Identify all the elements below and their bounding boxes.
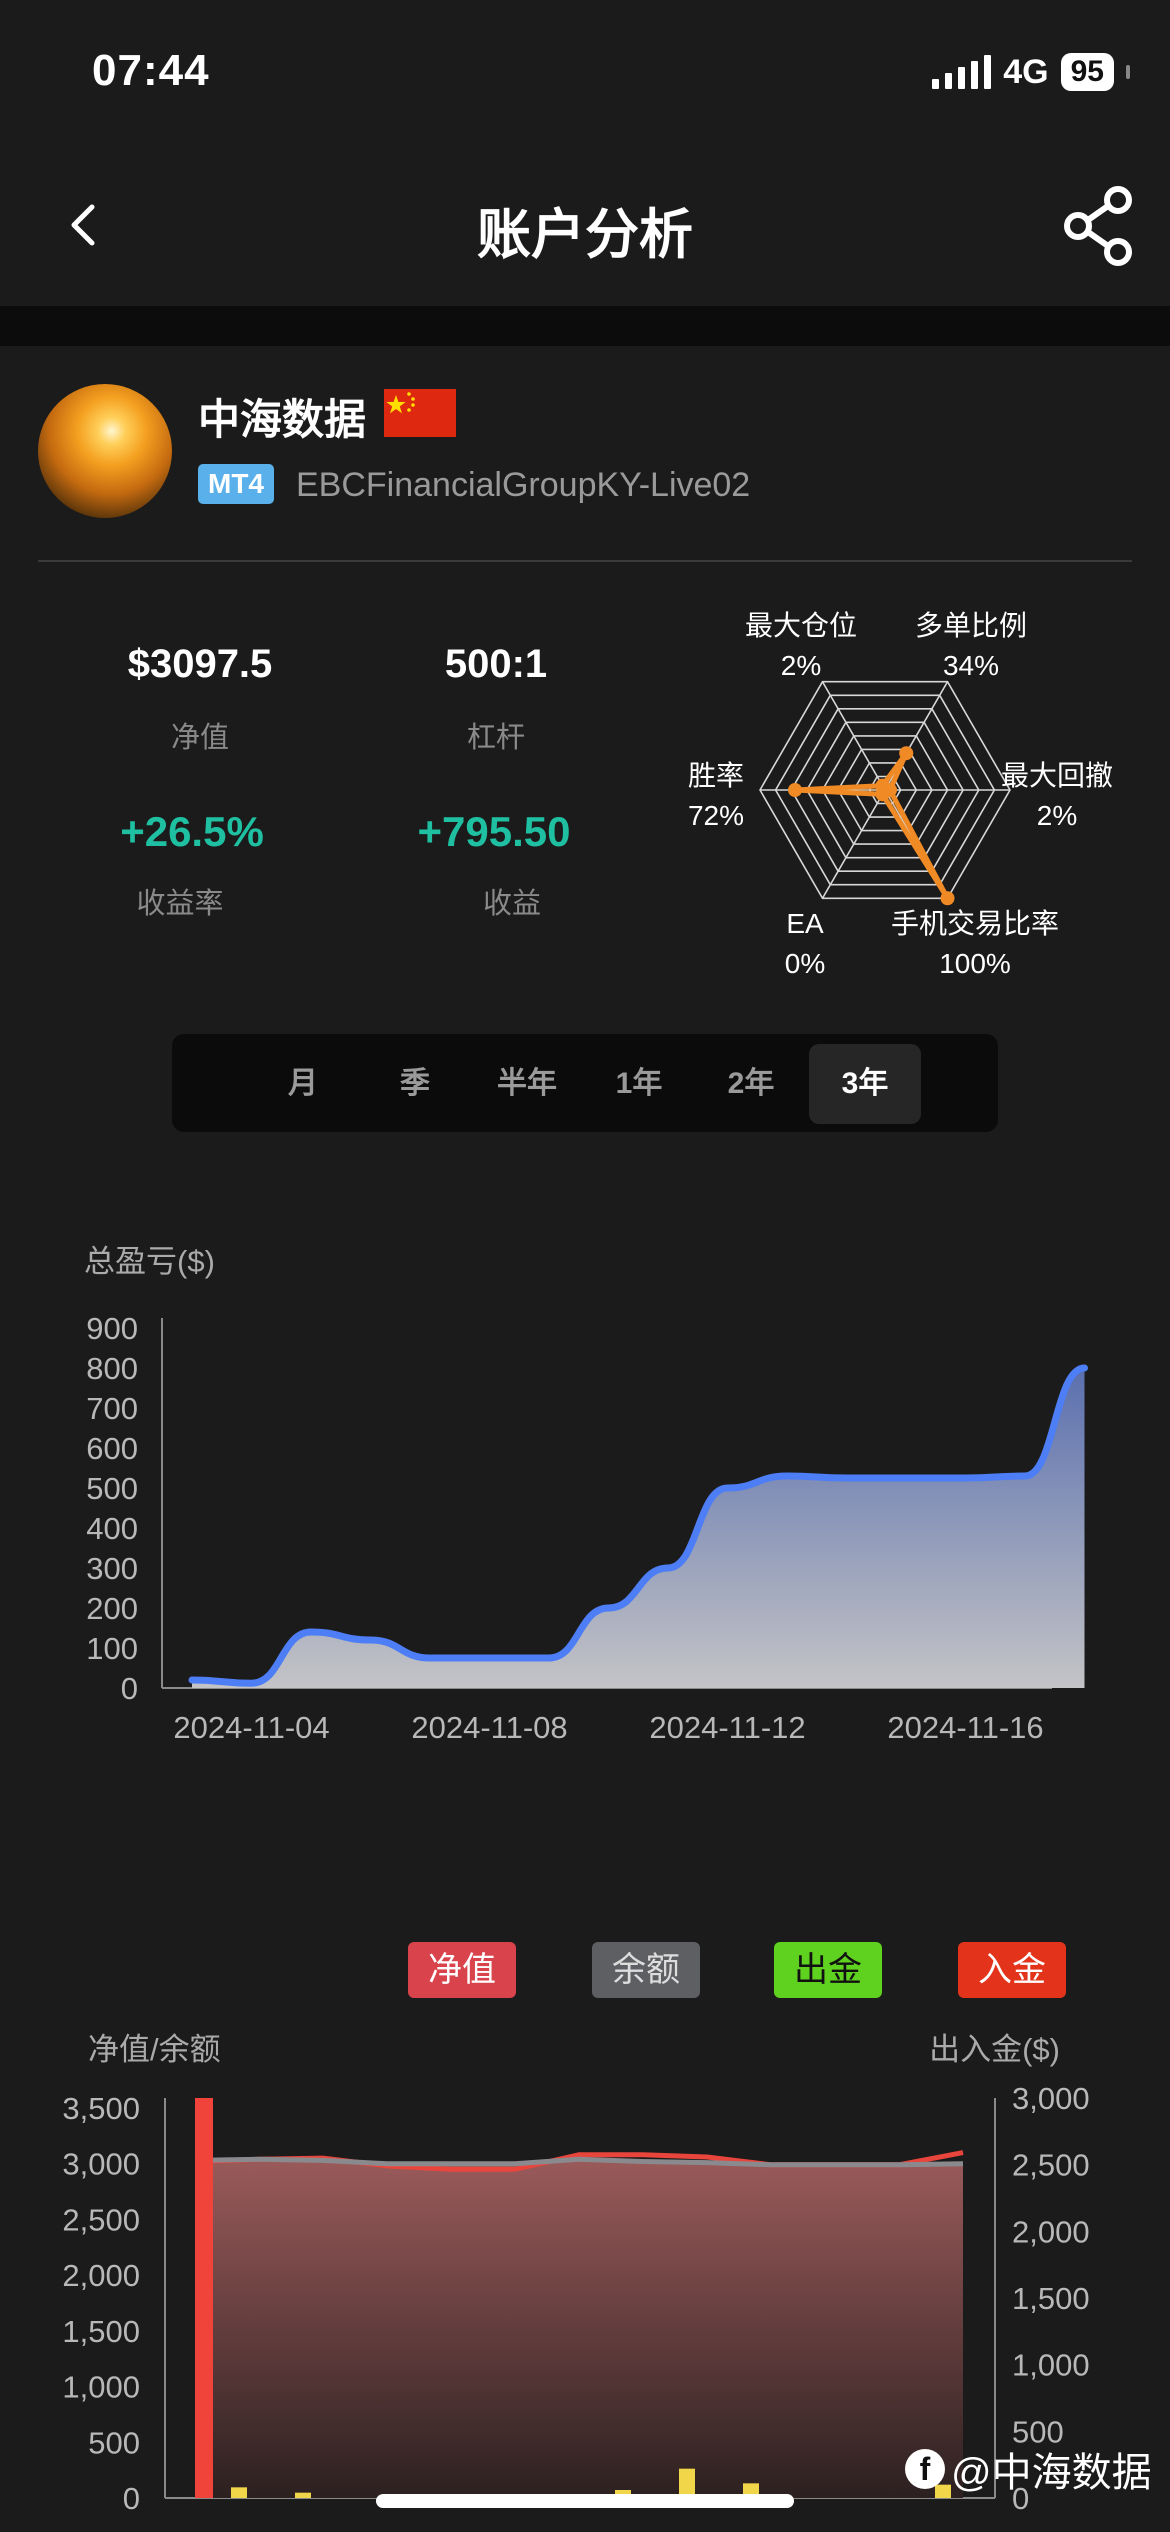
header-separator [0,306,1170,346]
network-label: 4G [1003,52,1049,91]
legend-withdraw[interactable]: 出金 [774,1942,882,1998]
legend-balance[interactable]: 余额 [592,1942,700,1998]
pnl-chart: 总盈亏($) 900 800 700 600 500 400 300 200 100 0 2024-1… [84,1244,1088,1745]
china-flag-icon [384,389,456,437]
balance-right-tick-label: 2,000 [1012,2214,1090,2249]
tab-month[interactable]: 月 [247,1044,359,1124]
platform-badge: MT4 [198,464,274,504]
pnl-y-tick-label: 100 [86,1631,138,1666]
balance-right-tick-label: 1,500 [1012,2281,1090,2316]
radar-label-ea: EA 0% [784,908,826,979]
tab-quarter[interactable]: 季 [359,1044,471,1124]
battery-level: 95 [1060,53,1114,91]
signal-icon [932,55,992,89]
return-rate-value: +26.5% [120,808,264,855]
status-time: 07:44 [92,46,210,95]
balance-right-tick-label: 3,000 [1012,2081,1090,2116]
pnl-y-tick-label: 700 [86,1391,138,1426]
pnl-y-tick-label: 900 [86,1311,138,1346]
share-button[interactable] [1060,186,1140,266]
balance-area-fill [195,2159,963,2498]
pnl-x-tick-label: 2024-11-16 [887,1710,1043,1745]
pnl-x-tick-label: 2024-11-12 [649,1710,805,1745]
balance-left-tick-label: 3,500 [62,2091,140,2126]
radar-label-mobile-ratio: 手机交易比率 100% [890,908,1059,979]
avatar[interactable] [38,384,172,518]
pnl-y-axis-title: 总盈亏($) [84,1244,215,1279]
return-rate-label: 收益率 [136,888,224,920]
pnl-y-tick-label: 500 [86,1471,138,1506]
legend-deposit[interactable]: 入金 [958,1942,1066,1998]
balance-left-tick-label: 1,000 [62,2370,140,2405]
account-name: EBCFinancialGroupKY-Live02 [296,466,751,504]
pnl-x-tick-label: 2024-11-08 [411,1710,567,1745]
profile-name: 中海数据 [198,396,367,443]
battery-icon [1126,65,1130,79]
radar-label-win-rate: 胜率 72% [687,760,745,831]
home-indicator[interactable] [376,2494,794,2508]
equity-value: $3097.5 [127,642,273,686]
share-icon [1064,186,1132,266]
radar-series-area [792,750,950,901]
pnl-y-tick-label: 300 [86,1551,138,1586]
profit-label: 收益 [482,888,541,920]
watermark: f @中海数据 [905,2440,1152,2498]
balance-left-tick-label: 2,000 [62,2258,140,2293]
balance-left-tick-label: 2,500 [62,2202,140,2237]
profile-divider [38,560,1132,562]
deposit-bar [231,2487,247,2498]
balance-left-tick-label: 1,500 [62,2314,140,2349]
watermark-logo-icon: f [905,2449,945,2489]
radar-point [899,746,914,761]
leverage-value: 500:1 [444,642,548,686]
radar-point [788,783,802,797]
tab-2-year[interactable]: 2年 [695,1044,807,1124]
balance-left-axis-title: 净值/余额 [88,2032,221,2067]
radar-point [875,787,890,802]
page-title: 账户分析 [477,205,693,265]
pnl-y-tick-label: 200 [86,1591,138,1626]
deposit-bar [195,2098,213,2498]
pnl-y-tick-label: 800 [86,1351,138,1386]
equity-label: 净值 [170,722,229,754]
radar-label-max-drawdown: 最大回撤 2% [1000,760,1113,831]
watermark-text: @中海数据 [951,2451,1152,2495]
balance-right-tick-label: 1,000 [1012,2348,1090,2383]
leverage-label: 杠杆 [466,722,525,754]
pnl-y-tick-label: 600 [86,1431,138,1466]
status-indicators: 4G 95 [932,50,1130,94]
balance-right-tick-label: 2,500 [1012,2148,1090,2183]
deposit-bar [295,2492,311,2498]
balance-left-tick-label: 500 [88,2425,140,2460]
radar-label-max-position: 最大仓位 2% [744,610,857,681]
profit-value: +795.50 [417,808,571,855]
pnl-area-fill [192,1368,1085,1688]
balance-left-tick-label: 3,000 [62,2147,140,2182]
balance-left-tick-label: 0 [123,2481,140,2516]
balance-right-axis-title: 出入金($) [929,2032,1060,2067]
tab-3-year[interactable]: 3年 [809,1044,921,1124]
pnl-x-tick-label: 2024-11-04 [173,1710,329,1745]
pnl-y-tick-label: 400 [86,1511,138,1546]
tab-1-year[interactable]: 1年 [583,1044,695,1124]
tab-half-year[interactable]: 半年 [471,1044,583,1124]
radar-label-long-ratio: 多单比例 34% [914,610,1027,681]
pnl-y-tick-label: 0 [121,1671,138,1706]
legend-equity[interactable]: 净值 [408,1942,516,1998]
